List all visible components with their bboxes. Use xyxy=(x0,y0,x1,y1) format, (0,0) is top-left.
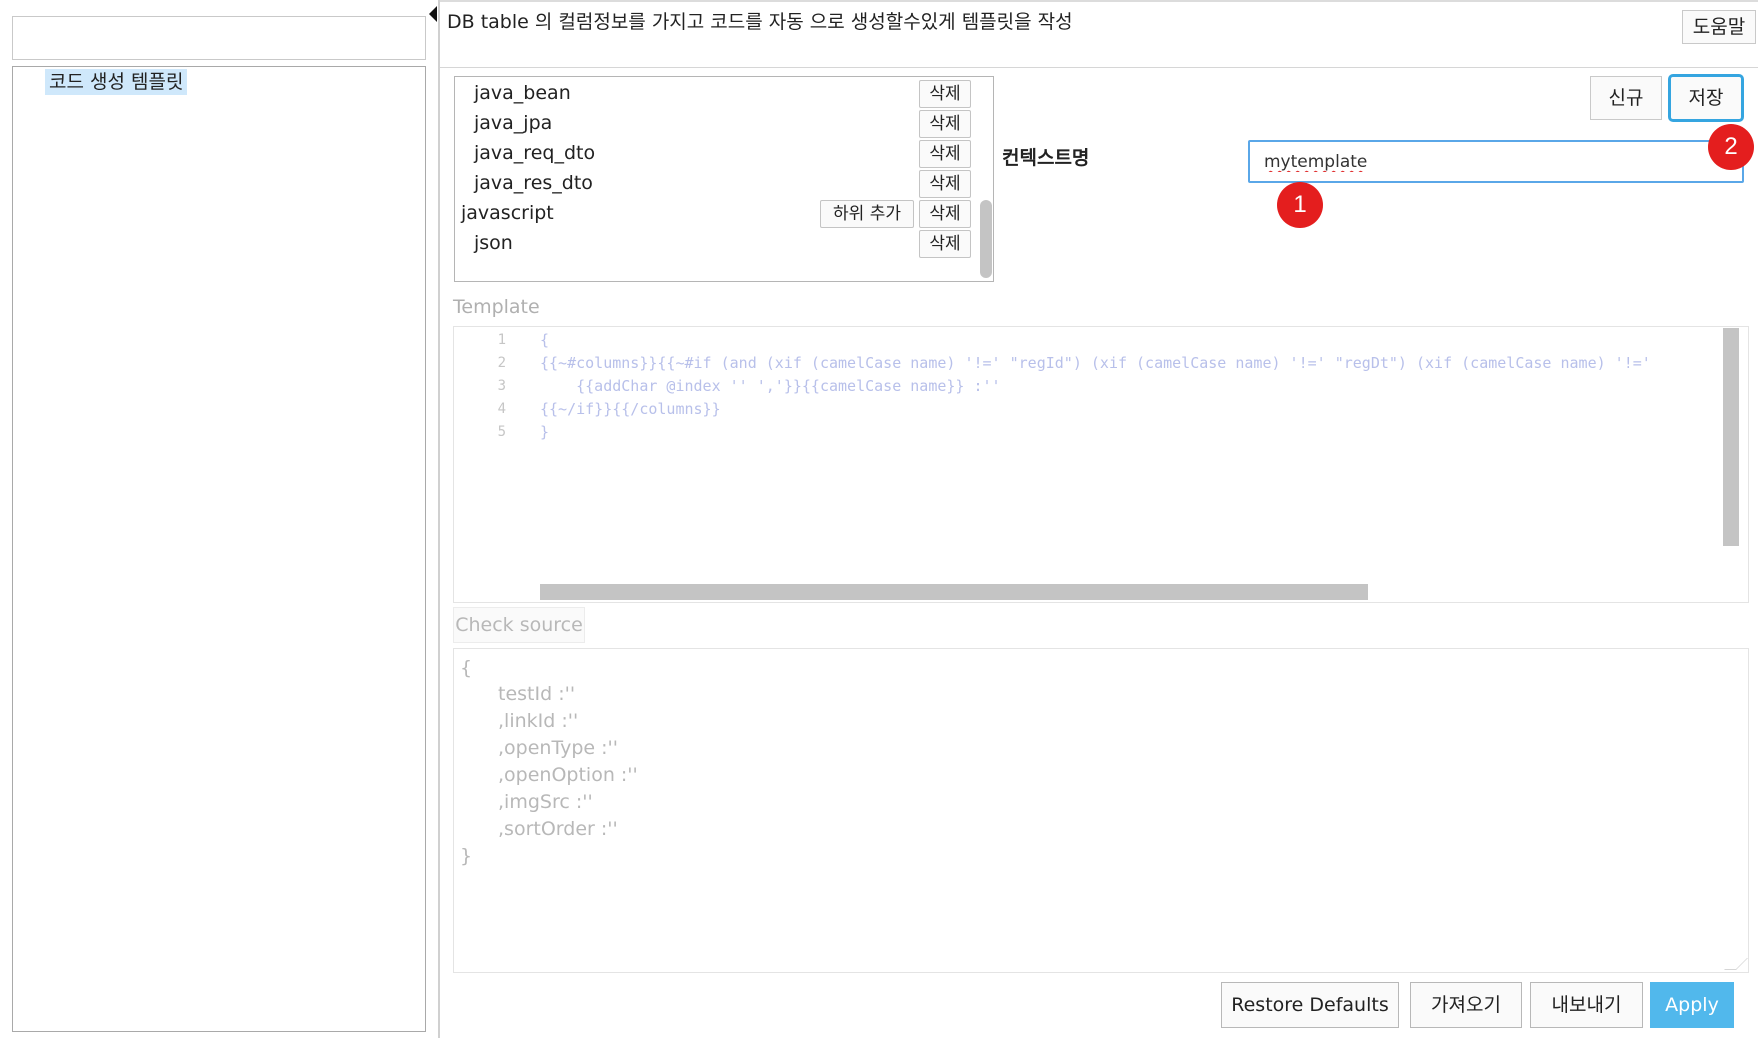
line-number: 2 xyxy=(497,355,506,371)
code-line: {{~/if}}{{/columns}} xyxy=(540,400,721,418)
context-name-label: 컨텍스트명 xyxy=(1002,147,1090,169)
list-item[interactable]: java_jpa 삭제 xyxy=(455,107,983,141)
export-button[interactable]: 내보내기 xyxy=(1530,982,1643,1028)
template-list: java_bean 삭제 java_jpa 삭제 java_req_dto 삭제… xyxy=(454,76,994,282)
new-button[interactable]: 신규 xyxy=(1590,76,1662,120)
list-item-label: java_res_dto xyxy=(474,172,593,194)
delete-button[interactable]: 삭제 xyxy=(919,80,971,108)
list-item[interactable]: java_bean 삭제 xyxy=(455,77,983,111)
template-tree: 코드 생성 템플릿 xyxy=(12,66,426,1032)
collapse-left-icon[interactable] xyxy=(429,6,437,22)
list-item[interactable]: javascript 하위 추가 삭제 xyxy=(455,197,983,231)
line-number: 5 xyxy=(497,424,506,440)
line-number: 3 xyxy=(497,378,506,394)
tree-filter-input[interactable] xyxy=(12,16,426,60)
check-source-button[interactable]: Check source xyxy=(453,607,585,643)
add-child-button[interactable]: 하위 추가 xyxy=(820,200,914,228)
help-button[interactable]: 도움말 xyxy=(1682,10,1756,44)
list-item[interactable]: java_res_dto 삭제 xyxy=(455,167,983,201)
line-number: 1 xyxy=(497,332,506,348)
header-divider xyxy=(440,67,1758,68)
apply-button[interactable]: Apply xyxy=(1650,982,1734,1028)
source-line: ,linkId :'' xyxy=(498,710,579,732)
list-item[interactable]: java_req_dto 삭제 xyxy=(455,137,983,171)
delete-button[interactable]: 삭제 xyxy=(919,110,971,138)
tree-node-code-template[interactable]: 코드 생성 템플릿 xyxy=(45,69,188,95)
source-line: ,openType :'' xyxy=(498,737,618,759)
top-divider xyxy=(440,0,1758,2)
template-code-editor[interactable]: 1 2 3 4 5 { {{~#columns}}{{~#if (and (xi… xyxy=(453,326,1749,603)
list-item-label: java_bean xyxy=(474,82,571,104)
delete-button[interactable]: 삭제 xyxy=(919,200,971,228)
editor-vertical-scrollbar[interactable] xyxy=(1723,328,1739,546)
import-button[interactable]: 가져오기 xyxy=(1410,982,1522,1028)
code-line: {{~#columns}}{{~#if (and (xif (camelCase… xyxy=(540,354,1651,372)
list-item-label: json xyxy=(474,232,513,254)
editor-horizontal-scrollbar[interactable] xyxy=(540,584,1368,600)
context-name-input[interactable] xyxy=(1248,140,1744,183)
line-number: 4 xyxy=(497,401,506,417)
code-line: } xyxy=(540,423,550,441)
list-item-label: java_jpa xyxy=(474,112,553,134)
check-source-output[interactable]: { testId :'' ,linkId :'' ,openType :'' ,… xyxy=(453,648,1749,973)
delete-button[interactable]: 삭제 xyxy=(919,140,971,168)
list-item-label: javascript xyxy=(461,202,554,224)
save-button[interactable]: 저장 xyxy=(1668,74,1744,122)
delete-button[interactable]: 삭제 xyxy=(919,230,971,258)
source-line: } xyxy=(460,845,473,867)
source-line: testId :'' xyxy=(498,683,576,705)
source-line: ,sortOrder :'' xyxy=(498,818,618,840)
source-line: ,imgSrc :'' xyxy=(498,791,593,813)
list-item[interactable]: json 삭제 xyxy=(455,227,983,261)
restore-defaults-button[interactable]: Restore Defaults xyxy=(1221,982,1399,1028)
pane-splitter[interactable] xyxy=(438,0,440,1038)
source-line: ,openOption :'' xyxy=(498,764,638,786)
code-line: {{addChar @index '' ','}}{{camelCase nam… xyxy=(540,377,1001,395)
source-line: { xyxy=(460,657,473,679)
list-item-label: java_req_dto xyxy=(474,142,596,164)
code-line: { xyxy=(540,331,550,349)
step-marker-1: 1 xyxy=(1277,182,1323,228)
delete-button[interactable]: 삭제 xyxy=(919,170,971,198)
list-scrollbar[interactable] xyxy=(980,200,992,278)
template-label: Template xyxy=(453,296,540,318)
page-description: DB table 의 컬럼정보를 가지고 코드를 자동 으로 생성할수있게 템플… xyxy=(447,11,1073,33)
step-marker-2: 2 xyxy=(1708,124,1754,170)
